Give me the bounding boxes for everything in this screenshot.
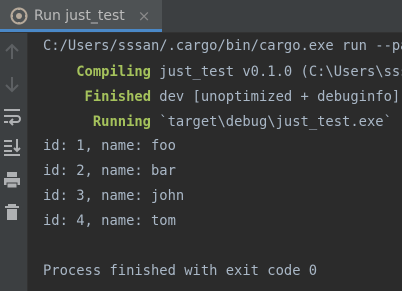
soft-wrap-icon[interactable] (2, 106, 22, 126)
build-text: `target\debug\just_test.exe` (151, 114, 392, 130)
command-line: C:/Users/sssan/.cargo/bin/cargo.exe run … (43, 38, 402, 54)
build-line: Finished dev [unoptimized + debuginfo] t… (43, 84, 402, 110)
run-tab-bar: Run just_test × (0, 0, 402, 33)
exit-message: Process finished with exit code 0 (43, 263, 318, 279)
close-icon[interactable]: × (136, 8, 152, 24)
tab-run-just-test[interactable]: Run just_test × (0, 0, 162, 32)
trash-icon[interactable] (2, 202, 22, 222)
build-line: Compiling just_test v0.1.0 (C:\Users\sss… (43, 59, 402, 85)
build-status: Finished (84, 89, 151, 105)
output-line: id: 3, name: john (43, 188, 185, 204)
rust-gear-icon (10, 7, 28, 25)
console-toolbar (0, 33, 28, 291)
down-arrow-icon[interactable] (2, 74, 22, 94)
print-icon[interactable] (2, 170, 22, 190)
up-arrow-icon[interactable] (2, 42, 22, 62)
output-line: id: 2, name: bar (43, 163, 176, 179)
console-output[interactable]: C:/Users/sssan/.cargo/bin/cargo.exe run … (36, 33, 402, 291)
scroll-to-end-icon[interactable] (2, 137, 22, 157)
build-text: dev [unoptimized + debuginfo] target(s) (159, 89, 401, 105)
build-status: Compiling (76, 64, 151, 80)
build-status: Running (92, 114, 151, 130)
tab-label: Run just_test (34, 8, 125, 24)
build-text: just_test v0.1.0 (C:\Users\sssan\CLionPr… (159, 64, 402, 80)
build-line: Running `target\debug\just_test.exe` (43, 109, 392, 135)
output-line: id: 1, name: foo (43, 138, 176, 154)
output-line: id: 4, name: tom (43, 213, 176, 229)
